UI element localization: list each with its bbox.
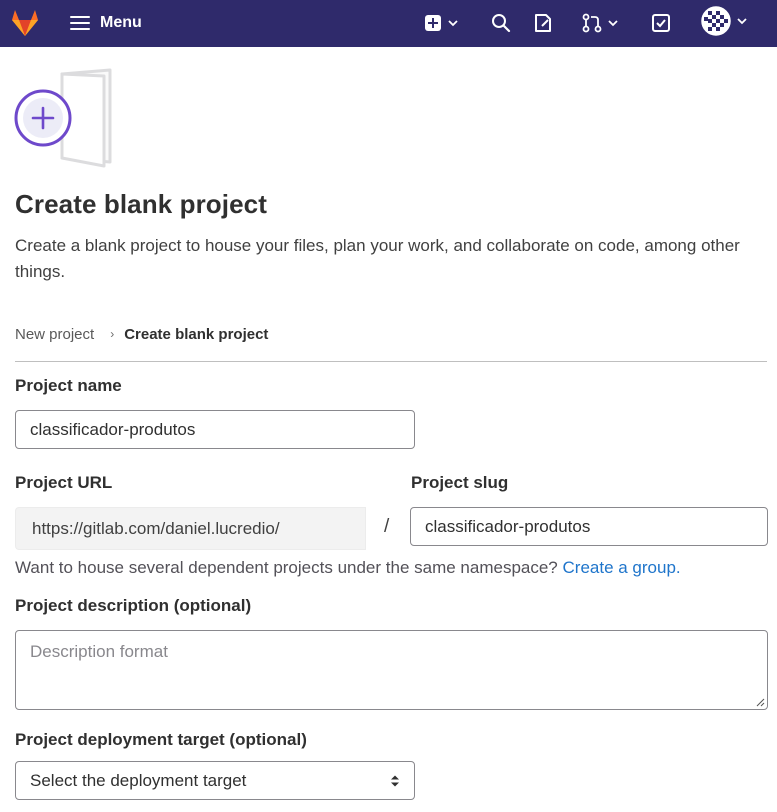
- divider: [15, 361, 767, 362]
- create-group-link[interactable]: Create a group.: [563, 558, 681, 577]
- project-slug-label: Project slug: [411, 473, 509, 492]
- description-placeholder: Description format: [30, 642, 168, 661]
- resize-handle-icon[interactable]: [755, 697, 765, 707]
- select-arrows-icon: [391, 775, 399, 786]
- project-url-prefix: https://gitlab.com/daniel.lucredio/: [15, 507, 366, 550]
- url-separator: /: [384, 516, 390, 537]
- page-description: Create a blank project to house your fil…: [15, 236, 740, 281]
- chevron-down-icon: [448, 20, 458, 27]
- project-url-label: Project URL: [15, 473, 113, 492]
- project-name-label: Project name: [15, 376, 122, 395]
- blank-project-illustration: [14, 68, 112, 168]
- chevron-right-icon: ›: [110, 327, 115, 341]
- hamburger-icon: [70, 16, 90, 30]
- chevron-down-icon: [737, 18, 747, 25]
- merge-requests-dropdown[interactable]: [582, 10, 618, 36]
- search-button[interactable]: [491, 10, 511, 36]
- new-item-dropdown[interactable]: [424, 10, 458, 36]
- menu-label: Menu: [100, 14, 142, 31]
- user-menu-dropdown[interactable]: [701, 6, 747, 36]
- todos-button[interactable]: [651, 10, 671, 36]
- menu-button[interactable]: Menu: [64, 8, 148, 38]
- page-title: Create blank project: [15, 189, 267, 219]
- project-slug-input[interactable]: classificador-produtos: [410, 507, 768, 546]
- project-description-textarea[interactable]: Description format: [15, 630, 768, 710]
- namespace-help-message: Want to house several dependent projects…: [15, 558, 558, 577]
- chevron-down-icon: [608, 20, 618, 27]
- breadcrumb: New project › Create blank project: [15, 322, 268, 346]
- deployment-target-select[interactable]: Select the deployment target: [15, 761, 415, 800]
- merge-request-icon: [582, 13, 602, 33]
- top-navbar: Menu: [0, 0, 777, 47]
- issues-icon: [535, 14, 551, 32]
- project-description-label: Project description (optional): [15, 596, 252, 615]
- deployment-target-value: Select the deployment target: [30, 770, 247, 790]
- issues-button[interactable]: [533, 10, 553, 36]
- search-icon: [492, 14, 511, 33]
- todo-icon: [652, 14, 670, 32]
- breadcrumb-current: Create blank project: [124, 325, 269, 343]
- breadcrumb-new-project[interactable]: New project: [15, 326, 94, 343]
- namespace-help-text: Want to house several dependent projects…: [15, 558, 681, 578]
- deployment-target-label: Project deployment target (optional): [15, 730, 307, 749]
- project-name-input[interactable]: classificador-produtos: [15, 410, 415, 449]
- avatar: [701, 6, 731, 36]
- plus-square-icon: [425, 15, 441, 31]
- gitlab-logo[interactable]: [9, 8, 41, 38]
